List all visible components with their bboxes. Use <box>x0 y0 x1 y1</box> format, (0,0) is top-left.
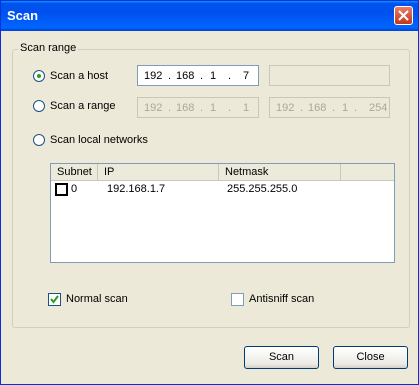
ip-dot: . <box>168 102 172 114</box>
host-ip-input[interactable]: 192 . 168 . 1 . 7 <box>137 65 259 86</box>
ip-dot: . <box>200 102 204 114</box>
from-octet-2: 168 <box>176 102 195 114</box>
column-header-netmask[interactable]: Netmask <box>219 164 341 181</box>
scan-host-radio[interactable] <box>33 70 45 82</box>
to-octet-1: 192 <box>276 102 295 114</box>
close-icon <box>398 10 409 21</box>
host-ip-octet-1: 192 <box>144 70 163 82</box>
normal-scan-label[interactable]: Normal scan <box>66 293 128 305</box>
ip-dot: . <box>354 102 358 114</box>
host-ip-octet-2: 168 <box>176 70 195 82</box>
radio-selected-dot <box>37 74 41 78</box>
scan-range-legend: Scan range <box>18 42 79 54</box>
scan-button[interactable]: Scan <box>244 346 319 369</box>
ip-dot: . <box>332 102 336 114</box>
scan-local-label[interactable]: Scan local networks <box>50 134 148 146</box>
row-netmask: 255.255.255.0 <box>227 183 298 195</box>
antisniff-scan-label[interactable]: Antisniff scan <box>249 293 314 305</box>
normal-scan-checkbox[interactable] <box>48 293 61 306</box>
title-bar[interactable]: Scan <box>1 1 418 31</box>
ip-dot: . <box>228 70 232 82</box>
from-octet-1: 192 <box>144 102 163 114</box>
host-extra-input <box>269 65 390 86</box>
row-checkbox[interactable] <box>55 183 68 196</box>
scan-host-label[interactable]: Scan a host <box>50 70 108 82</box>
table-row[interactable]: 0 192.168.1.7 255.255.255.0 <box>51 181 394 198</box>
host-ip-octet-4: 7 <box>243 70 250 82</box>
to-octet-3: 1 <box>342 102 349 114</box>
range-from-input: 192 . 168 . 1 . 1 <box>137 97 259 118</box>
scan-dialog: Scan Scan range Scan a host 192 . 168 . … <box>0 0 419 385</box>
ip-dot: . <box>168 70 172 82</box>
host-ip-octet-3: 1 <box>210 70 217 82</box>
subnet-list[interactable]: Subnet IP Netmask 0 192.168.1.7 255.255.… <box>50 163 395 263</box>
scan-range-radio[interactable] <box>33 100 45 112</box>
window-title: Scan <box>7 8 39 23</box>
column-header-subnet[interactable]: Subnet <box>51 164 98 181</box>
to-octet-4: 254 <box>369 102 388 114</box>
scan-range-label[interactable]: Scan a range <box>50 100 115 112</box>
antisniff-scan-checkbox[interactable] <box>231 293 244 306</box>
column-header-ip[interactable]: IP <box>98 164 219 181</box>
ip-dot: . <box>200 70 204 82</box>
from-octet-4: 1 <box>243 102 250 114</box>
close-window-button[interactable] <box>394 6 413 25</box>
to-octet-2: 168 <box>308 102 327 114</box>
row-ip: 192.168.1.7 <box>107 183 166 195</box>
scan-local-radio[interactable] <box>33 134 45 146</box>
column-header-empty <box>341 164 394 181</box>
range-to-input: 192 . 168 . 1 . 254 <box>269 97 390 118</box>
close-button[interactable]: Close <box>333 346 408 369</box>
from-octet-3: 1 <box>210 102 217 114</box>
checkmark-icon <box>50 295 59 304</box>
ip-dot: . <box>228 102 232 114</box>
ip-dot: . <box>300 102 304 114</box>
row-subnet: 0 <box>71 183 78 195</box>
